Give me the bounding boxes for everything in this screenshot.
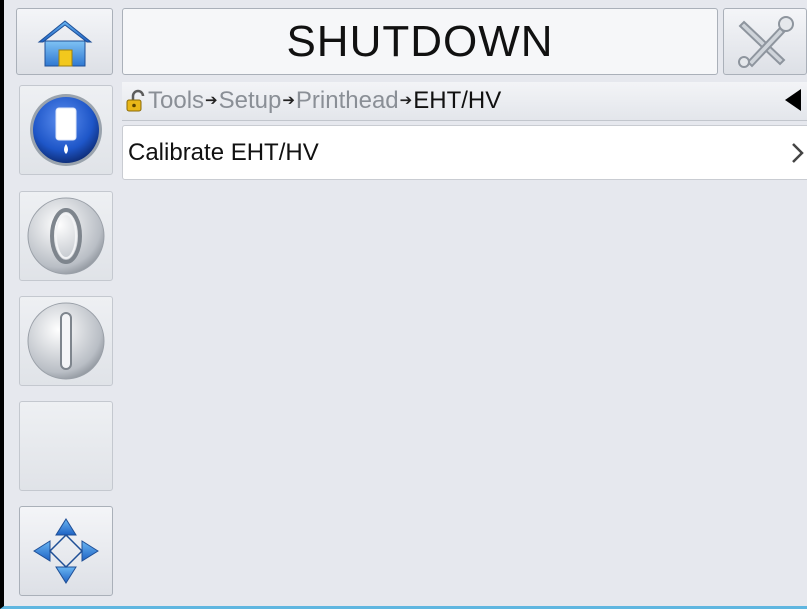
breadcrumb-separator: ➔ (399, 92, 413, 109)
page-title: SHUTDOWN (286, 16, 554, 66)
breadcrumb: Tools ➔ Setup ➔ Printhead ➔ EHT/HV (122, 82, 807, 121)
ink-bottle-icon (30, 94, 102, 166)
empty-sidebar-slot (19, 401, 113, 491)
home-icon (37, 20, 93, 67)
breadcrumb-item-printhead[interactable]: Printhead (296, 87, 399, 115)
tools-button[interactable] (723, 8, 807, 75)
navigation-arrows-icon (33, 518, 99, 584)
status-title-bar: SHUTDOWN (122, 8, 718, 75)
sidebar (16, 82, 117, 602)
breadcrumb-item-setup[interactable]: Setup (219, 87, 282, 115)
menu-item-calibrate-eht-hv[interactable]: Calibrate EHT/HV (122, 125, 807, 180)
start-circle-icon (27, 197, 105, 275)
stop-circle-icon (27, 302, 105, 380)
breadcrumb-separator: ➔ (282, 92, 295, 109)
back-triangle-icon[interactable] (785, 89, 801, 111)
stop-button[interactable] (19, 296, 113, 386)
breadcrumb-separator: ➔ (205, 92, 218, 109)
ink-status-button[interactable] (19, 85, 113, 175)
breadcrumb-item-eht-hv: EHT/HV (413, 87, 502, 114)
navigation-button[interactable] (19, 506, 113, 596)
tools-icon (738, 15, 794, 68)
chevron-right-icon (792, 143, 804, 163)
menu-item-label: Calibrate EHT/HV (128, 138, 319, 166)
unlock-icon (126, 89, 145, 112)
start-button[interactable] (19, 191, 113, 281)
breadcrumb-item-tools[interactable]: Tools (148, 87, 204, 115)
home-button[interactable] (16, 8, 113, 75)
app-window: SHUTDOWN Tools ➔ Setup ➔ Printhead ➔ EHT… (0, 0, 807, 609)
